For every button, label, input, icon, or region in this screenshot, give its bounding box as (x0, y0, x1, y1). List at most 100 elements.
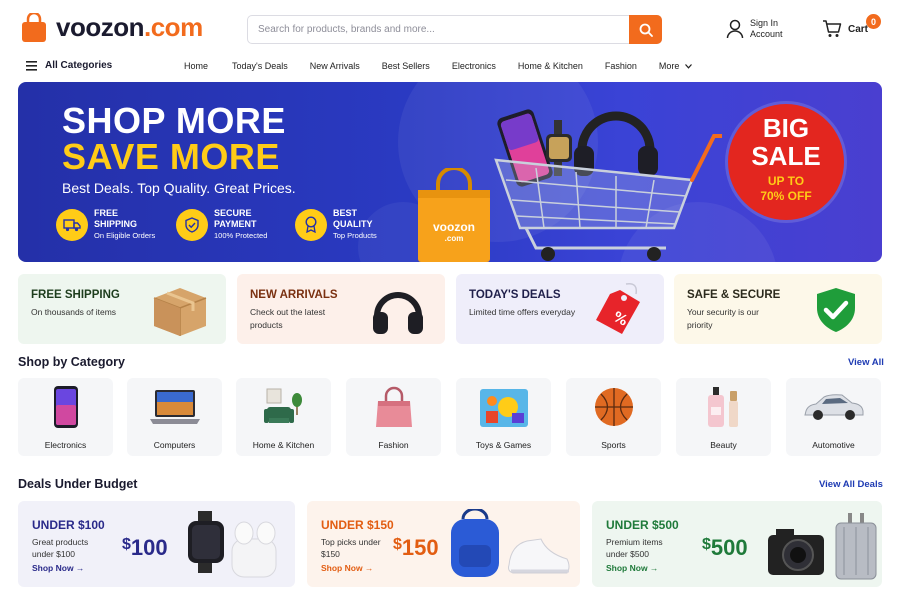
category-sports[interactable]: Sports (566, 378, 661, 456)
sale-title-line2: SALE (751, 141, 821, 171)
car-icon (803, 394, 863, 420)
sale-upto: UP TO (767, 174, 805, 188)
backpack-sneaker-icon (451, 509, 570, 577)
sale-title-line1: BIG (762, 113, 810, 143)
hero-title-accent: SAVE MORE (62, 136, 280, 177)
nav-fashion[interactable]: Fashion (605, 61, 637, 71)
hero-feature-payment: SECURE PAYMENT 100% Protected (176, 208, 267, 241)
big-sale-badge: BIG SALE UP TO 70% OFF (728, 104, 844, 220)
smartphone-icon (53, 386, 78, 428)
view-all-categories-link[interactable]: View All (848, 357, 884, 368)
feature-card-todays-deals[interactable]: TODAY'S DEALS Limited time offers everyd… (456, 274, 664, 344)
hero-feature-text: FREE SHIPPING On Eligible Orders (94, 208, 155, 241)
currency-symbol: $ (702, 536, 711, 553)
bag-brand-tld: .com (444, 234, 464, 243)
feature-line: QUALITY (333, 219, 373, 229)
shield-check-icon (817, 288, 855, 332)
deal-card-under-500[interactable]: UNDER $500 Premium items under $500 Shop… (592, 501, 882, 587)
feature-card-title: NEW ARRIVALS (250, 289, 338, 301)
shopping-cart-illustration (494, 109, 722, 261)
feature-card-title: FREE SHIPPING (31, 289, 120, 301)
chevron-down-icon (684, 64, 692, 69)
view-all-deals-link[interactable]: View All Deals (819, 479, 883, 490)
logo-text: voozon.com (56, 12, 203, 43)
account-button[interactable]: Sign In Account (726, 18, 783, 40)
category-label: Home & Kitchen (252, 440, 315, 450)
handbag-icon (375, 386, 412, 427)
feature-line: SECURE (214, 208, 252, 218)
main-nav: All Categories Home Today's Deals New Ar… (0, 56, 900, 78)
box-icon (153, 288, 207, 336)
nav-best-sellers[interactable]: Best Sellers (382, 61, 430, 71)
category-electronics[interactable]: Electronics (18, 378, 113, 456)
sale-percent: 70% OFF (760, 189, 812, 203)
feature-card-desc: Limited time offers everyday (469, 307, 576, 317)
basketball-icon (594, 388, 633, 426)
site-logo[interactable]: voozon.com (20, 12, 203, 43)
deals-under-budget-title: Deals Under Budget (18, 477, 138, 491)
bag-brand: voozon .com (422, 221, 486, 244)
search-input[interactable] (248, 16, 618, 43)
hero-subtitle: Best Deals. Top Quality. Great Prices. (62, 180, 296, 196)
nav-more[interactable]: More (659, 61, 692, 71)
deal-desc: Top picks under $150 (321, 537, 381, 559)
deal-desc: Premium items under $500 (606, 537, 663, 559)
price-tag-icon: % (596, 282, 640, 334)
toys-icon (479, 389, 528, 427)
category-label: Electronics (44, 440, 87, 450)
deal-price-value: 150 (401, 535, 439, 560)
feature-card-safe-secure[interactable]: SAFE & SECURE Your security is our prior… (674, 274, 882, 344)
category-fashion[interactable]: Fashion (346, 378, 441, 456)
cart-label: Cart (848, 23, 869, 35)
shop-by-category-title: Shop by Category (18, 355, 125, 369)
hero-feature-text: SECURE PAYMENT 100% Protected (214, 208, 267, 241)
all-categories-button[interactable]: All Categories (26, 60, 112, 71)
cart-button[interactable]: Cart 0 (822, 14, 881, 38)
category-computers[interactable]: Computers (127, 378, 222, 456)
nav-more-label: More (658, 61, 680, 71)
armchair-icon (263, 388, 302, 423)
category-label: Computers (153, 440, 196, 450)
menu-icon (26, 60, 37, 71)
category-beauty[interactable]: Beauty (676, 378, 771, 456)
nav-home[interactable]: Home (184, 61, 208, 71)
nav-new-arrivals[interactable]: New Arrivals (310, 61, 360, 71)
currency-symbol: $ (393, 536, 402, 553)
feature-caption: 100% Protected (214, 231, 268, 240)
feature-card-free-shipping[interactable]: FREE SHIPPING On thousands of items (18, 274, 226, 344)
deal-price: $100 (122, 535, 168, 561)
feature-line: FREE (94, 208, 119, 218)
search-button[interactable] (629, 15, 662, 44)
account-line1: Sign In (750, 18, 779, 28)
search-icon (639, 23, 653, 37)
category-label: Beauty (710, 440, 737, 450)
category-automotive[interactable]: Automotive (786, 378, 881, 456)
cart-icon (823, 20, 842, 37)
feature-caption: Top Products (333, 231, 377, 240)
deal-card-under-150[interactable]: UNDER $150 Top picks under $150 Shop Now… (307, 501, 580, 587)
user-icon (726, 19, 744, 39)
cart-count-badge: 0 (866, 14, 881, 29)
nav-electronics[interactable]: Electronics (452, 61, 496, 71)
account-line2: Account (750, 29, 783, 39)
category-toys-games[interactable]: Toys & Games (456, 378, 551, 456)
category-home-kitchen[interactable]: Home & Kitchen (236, 378, 331, 456)
all-categories-label: All Categories (45, 60, 113, 71)
nav-home-kitchen[interactable]: Home & Kitchen (518, 61, 583, 71)
feature-card-desc: On thousands of items (31, 307, 117, 317)
logo-name: voozon (56, 12, 145, 42)
nav-links: Home Today's Deals New Arrivals Best Sel… (184, 61, 692, 71)
nav-todays-deals[interactable]: Today's Deals (232, 61, 288, 71)
feature-card-new-arrivals[interactable]: NEW ARRIVALS Check out the latest produc… (237, 274, 445, 344)
deal-heading: UNDER $100 (32, 518, 105, 532)
deal-price: $500 (702, 535, 748, 561)
deal-card-under-100[interactable]: UNDER $100 Great products under $100 Sho… (18, 501, 295, 587)
shop-now-link[interactable]: Shop Now → (606, 563, 658, 573)
shop-now-link[interactable]: Shop Now → (32, 563, 84, 573)
category-label: Sports (601, 440, 626, 450)
camera-luggage-icon (768, 513, 877, 580)
deal-heading: UNDER $150 (321, 518, 394, 532)
hero-banner[interactable]: SHOP MORE SAVE MORE Best Deals. Top Qual… (18, 82, 882, 262)
search-bar (247, 15, 662, 44)
shop-now-link[interactable]: Shop Now → (321, 563, 373, 573)
